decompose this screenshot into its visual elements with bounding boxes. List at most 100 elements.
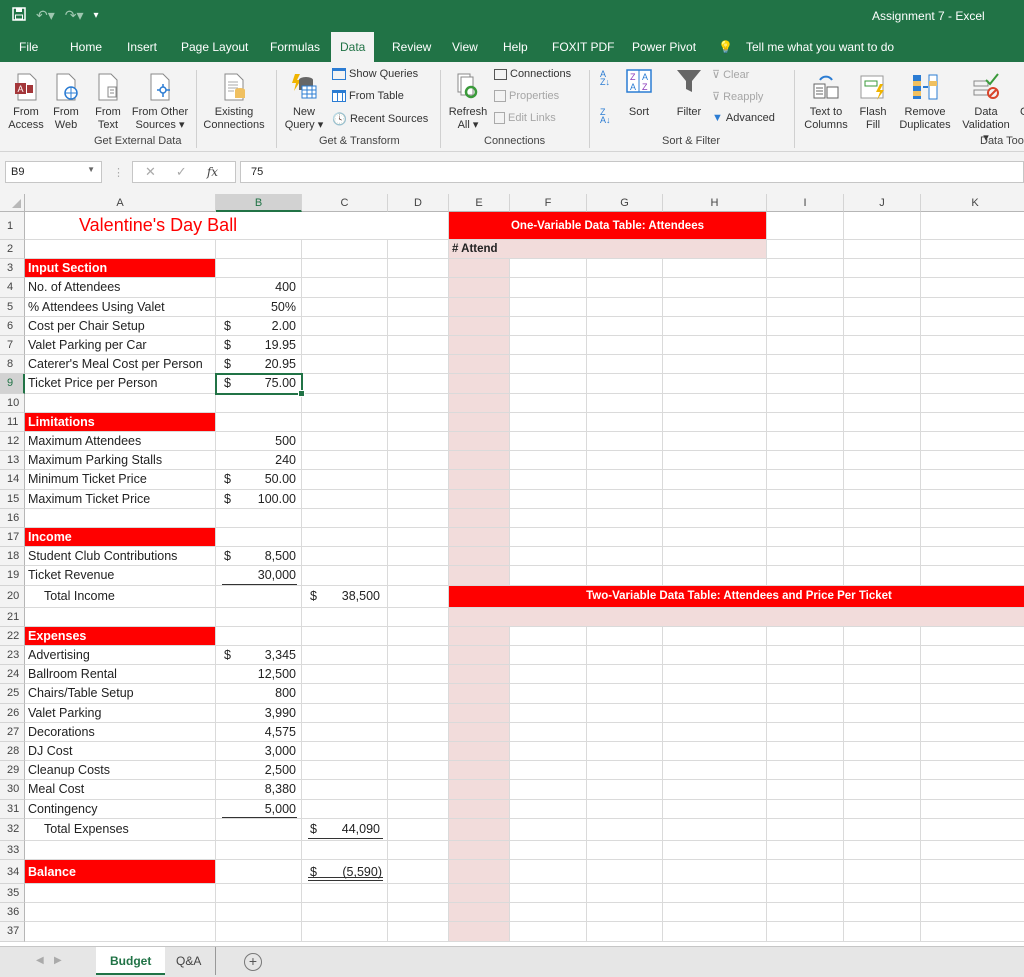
grid-cell[interactable] bbox=[663, 684, 767, 704]
grid-cell[interactable] bbox=[510, 412, 587, 432]
grid-cell[interactable] bbox=[844, 240, 921, 260]
grid-cell[interactable] bbox=[302, 259, 388, 279]
grid-cell[interactable] bbox=[302, 684, 388, 704]
customize-qat-icon[interactable]: ▾ bbox=[94, 10, 99, 21]
grid-cell[interactable] bbox=[663, 508, 767, 528]
value-cell[interactable]: $100.00 bbox=[216, 489, 302, 509]
grid-cell[interactable] bbox=[844, 547, 921, 567]
grid-cell[interactable] bbox=[510, 840, 587, 860]
grid-cell[interactable] bbox=[844, 374, 921, 394]
grid-cell[interactable] bbox=[587, 860, 663, 884]
grid-cell[interactable] bbox=[767, 297, 844, 317]
grid-cell[interactable] bbox=[216, 626, 302, 646]
grid-cell[interactable] bbox=[25, 903, 216, 923]
grid-cell[interactable] bbox=[767, 508, 844, 528]
grid-cell[interactable] bbox=[921, 317, 1024, 336]
grid-cell[interactable] bbox=[302, 240, 388, 260]
grid-cell[interactable] bbox=[663, 799, 767, 819]
total-expenses-value[interactable]: $44,090 bbox=[302, 818, 388, 841]
row-header-26[interactable]: 26 bbox=[0, 703, 25, 723]
grid-cell[interactable] bbox=[587, 393, 663, 413]
two-var-input-cell[interactable] bbox=[449, 799, 510, 819]
new-query-button[interactable]: New Query ▾ bbox=[284, 72, 324, 132]
grid-cell[interactable] bbox=[510, 508, 587, 528]
sheet-title[interactable]: Valentine's Day Ball bbox=[25, 212, 388, 240]
grid-cell[interactable] bbox=[767, 761, 844, 781]
grid-cell[interactable] bbox=[921, 278, 1024, 298]
grid-cell[interactable] bbox=[921, 684, 1024, 704]
grid-cell[interactable] bbox=[510, 818, 587, 841]
grid-cell[interactable] bbox=[767, 646, 844, 666]
grid-cell[interactable] bbox=[388, 259, 449, 279]
one-var-input-cell[interactable] bbox=[449, 432, 510, 452]
grid-cell[interactable] bbox=[25, 922, 216, 942]
recent-sources-button[interactable]: 🕓 Recent Sources bbox=[332, 112, 428, 126]
grid-cell[interactable] bbox=[767, 432, 844, 452]
grid-cell[interactable] bbox=[767, 240, 844, 260]
grid-cell[interactable] bbox=[921, 470, 1024, 490]
value-cell[interactable]: 4,575 bbox=[216, 722, 302, 742]
tab-home[interactable]: Home bbox=[70, 40, 102, 54]
grid-cell[interactable] bbox=[302, 742, 388, 762]
grid-cell[interactable] bbox=[767, 451, 844, 471]
grid-cell[interactable] bbox=[587, 432, 663, 452]
grid-cell[interactable] bbox=[510, 432, 587, 452]
grid-cell[interactable] bbox=[921, 566, 1024, 586]
undo-icon[interactable]: ↶▾ bbox=[36, 7, 55, 24]
grid-cell[interactable] bbox=[216, 860, 302, 884]
row-header-9[interactable]: 9 bbox=[0, 374, 25, 394]
one-var-input-cell[interactable] bbox=[449, 528, 510, 548]
one-var-input-cell[interactable] bbox=[449, 336, 510, 356]
grid-cell[interactable] bbox=[921, 800, 1024, 819]
consolidate-button-partial[interactable]: C bbox=[1014, 106, 1024, 119]
grid-cell[interactable] bbox=[302, 566, 388, 586]
row-header-36[interactable]: 36 bbox=[0, 903, 25, 923]
grid-cell[interactable] bbox=[388, 761, 449, 781]
grid-cell[interactable] bbox=[302, 355, 388, 375]
grid-cell[interactable] bbox=[844, 489, 921, 509]
grid-cell[interactable] bbox=[388, 884, 449, 904]
grid-cell[interactable] bbox=[921, 451, 1024, 471]
grid-cell[interactable] bbox=[302, 489, 388, 509]
grid-cell[interactable] bbox=[25, 393, 216, 413]
row-label[interactable]: DJ Cost bbox=[25, 742, 216, 762]
row-label[interactable]: Caterer's Meal Cost per Person bbox=[25, 355, 216, 375]
row-header-16[interactable]: 16 bbox=[0, 508, 25, 528]
grid-cell[interactable] bbox=[921, 547, 1024, 567]
cancel-icon[interactable]: ✕ bbox=[145, 164, 156, 180]
grid-cell[interactable] bbox=[388, 922, 449, 942]
two-var-input-cell[interactable] bbox=[449, 840, 510, 860]
scroll-left-icon[interactable]: ◀ bbox=[36, 955, 44, 966]
grid-cell[interactable] bbox=[510, 761, 587, 781]
column-header-e[interactable]: E bbox=[449, 194, 510, 212]
row-header-10[interactable]: 10 bbox=[0, 393, 25, 413]
grid-cell[interactable] bbox=[663, 393, 767, 413]
row-label[interactable]: Minimum Ticket Price bbox=[25, 470, 216, 490]
grid-cell[interactable] bbox=[510, 547, 587, 567]
row-label[interactable]: Decorations bbox=[25, 722, 216, 742]
grid-cell[interactable] bbox=[302, 432, 388, 452]
grid-cell[interactable] bbox=[510, 297, 587, 317]
grid-cell[interactable] bbox=[388, 432, 449, 452]
row-header-19[interactable]: 19 bbox=[0, 566, 25, 586]
grid-cell[interactable] bbox=[587, 799, 663, 819]
row-header-27[interactable]: 27 bbox=[0, 722, 25, 742]
row-header-5[interactable]: 5 bbox=[0, 297, 25, 317]
row-header-30[interactable]: 30 bbox=[0, 780, 25, 800]
two-var-input-cell[interactable] bbox=[449, 646, 510, 666]
row-header-33[interactable]: 33 bbox=[0, 840, 25, 860]
row-header-6[interactable]: 6 bbox=[0, 316, 25, 336]
tab-formulas[interactable]: Formulas bbox=[270, 40, 320, 54]
one-var-input-cell[interactable] bbox=[449, 412, 510, 432]
grid-cell[interactable] bbox=[216, 412, 302, 432]
two-var-input-cell[interactable] bbox=[449, 903, 510, 923]
grid-cell[interactable] bbox=[844, 508, 921, 528]
one-var-input-cell[interactable] bbox=[449, 297, 510, 317]
grid-cell[interactable] bbox=[767, 316, 844, 336]
grid-cell[interactable] bbox=[388, 646, 449, 666]
value-cell[interactable]: $19.95 bbox=[216, 336, 302, 356]
text-to-columns-button[interactable]: Text to Columns bbox=[802, 72, 850, 132]
grid-cell[interactable] bbox=[388, 212, 449, 240]
row-label[interactable]: Ballroom Rental bbox=[25, 665, 216, 685]
formula-input[interactable]: 75 bbox=[240, 161, 1024, 183]
